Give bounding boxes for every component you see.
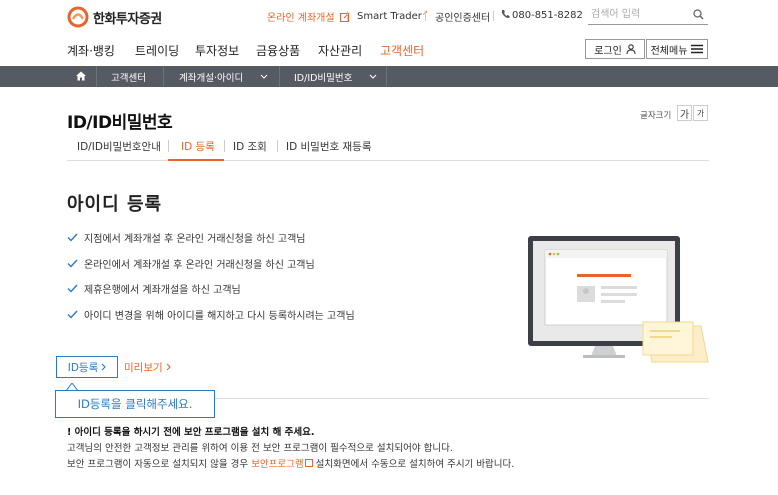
logo-text: 한화투자증권 bbox=[93, 11, 162, 27]
chevron-right-icon bbox=[166, 363, 171, 371]
tab-id-lookup[interactable]: ID 조회 bbox=[233, 139, 267, 154]
login-button[interactable]: 로그인 bbox=[585, 39, 645, 59]
check-icon bbox=[67, 233, 78, 242]
monitor-illustration bbox=[528, 236, 709, 363]
tooltip: ID등록을 클릭해주세요. bbox=[55, 390, 215, 418]
breadcrumb-account-id[interactable]: 계좌개설·아이디 bbox=[179, 70, 268, 84]
active-tab-indicator bbox=[168, 159, 224, 161]
tab-bar: ID/ID비밀번호안내 ID 등록 ID 조회 ID 비밀번호 재등록 bbox=[67, 136, 709, 161]
list-item: 아이디 변경을 위해 아이디를 해지하고 다시 등록하시려는 고객님 bbox=[67, 307, 355, 322]
preview-link[interactable]: 미리보기 bbox=[124, 360, 171, 375]
notice-text: 고객님의 안전한 고객정보 관리를 위하여 이용 전 보안 프로그램이 필수적으… bbox=[67, 443, 453, 454]
hamburger-icon bbox=[691, 44, 704, 54]
id-register-button[interactable]: ID등록 bbox=[56, 356, 118, 378]
font-size-label: 글자크기 bbox=[640, 111, 672, 121]
user-icon bbox=[626, 44, 636, 54]
list-item: 지점에서 계좌개설 후 온라인 거래신청을 하신 고객님 bbox=[67, 230, 305, 245]
divider bbox=[96, 66, 97, 87]
chevron-down-icon bbox=[260, 74, 268, 79]
login-label: 로그인 bbox=[594, 45, 622, 57]
popup-icon bbox=[304, 459, 313, 467]
phone-number: 080-851-8282 bbox=[501, 9, 583, 21]
tab-id-register[interactable]: ID 등록 bbox=[181, 139, 215, 154]
divider bbox=[279, 66, 280, 87]
breadcrumb-customer-center[interactable]: 고객센터 bbox=[111, 70, 146, 84]
gnb-item-invest-info[interactable]: 투자정보 bbox=[195, 42, 239, 59]
check-icon bbox=[67, 284, 78, 293]
preview-label: 미리보기 bbox=[124, 362, 163, 374]
phone-label: 080-851-8282 bbox=[512, 10, 583, 21]
hanwha-logo-icon bbox=[67, 6, 89, 28]
chevron-down-icon bbox=[370, 74, 377, 79]
divider bbox=[425, 11, 426, 21]
top-utility-bar: 한화투자증권 온라인 계좌개설 Smart Trader↗ 공인인증센터 080… bbox=[0, 0, 778, 32]
phone-icon bbox=[502, 10, 510, 19]
tab-id-password-info[interactable]: ID/ID비밀번호안내 bbox=[77, 139, 161, 154]
gnb-item-trading[interactable]: 트레이딩 bbox=[135, 42, 179, 59]
font-size-decrease-button[interactable]: 가 bbox=[693, 105, 708, 121]
font-size-increase-button[interactable]: 가 bbox=[677, 105, 692, 121]
security-program-link[interactable]: 보안프로그램 bbox=[251, 459, 313, 470]
divider bbox=[386, 66, 387, 87]
divider bbox=[168, 140, 169, 152]
search-input[interactable] bbox=[588, 5, 684, 23]
breadcrumb-id-password[interactable]: ID/ID비밀번호 bbox=[294, 70, 377, 84]
cert-center-link[interactable]: 공인인증센터 bbox=[435, 9, 490, 24]
chevron-right-icon bbox=[101, 363, 107, 371]
list-item-text: 지점에서 계좌개설 후 온라인 거래신청을 하신 고객님 bbox=[84, 234, 306, 245]
all-menu-label: 전체메뉴 bbox=[650, 45, 688, 57]
divider bbox=[163, 66, 164, 87]
id-register-label: ID등록 bbox=[67, 361, 99, 374]
open-account-link[interactable]: 온라인 계좌개설 bbox=[267, 9, 350, 24]
home-icon[interactable] bbox=[76, 71, 86, 81]
gnb-item-products[interactable]: 금융상품 bbox=[256, 42, 300, 59]
breadcrumb-account-id-label: 계좌개설·아이디 bbox=[179, 73, 244, 84]
logo[interactable]: 한화투자증권 bbox=[67, 6, 162, 28]
gnb-item-customer-center[interactable]: 고객센터 bbox=[380, 42, 424, 59]
list-item-text: 아이디 변경을 위해 아이디를 해지하고 다시 등록하시려는 고객님 bbox=[84, 311, 355, 322]
notice-title: ! 아이디 등록을 하시기 전에 보안 프로그램을 설치 해 주세요. bbox=[67, 427, 315, 438]
divider bbox=[493, 11, 494, 21]
edit-icon bbox=[339, 12, 350, 22]
gnb-item-asset-mgmt[interactable]: 자산관리 bbox=[318, 42, 362, 59]
section-title: 아이디 등록 bbox=[67, 194, 163, 215]
gnb-item-banking[interactable]: 계좌·뱅킹 bbox=[67, 42, 115, 59]
security-program-label: 보안프로그램 bbox=[251, 459, 304, 470]
search-box bbox=[588, 5, 708, 25]
open-account-label: 온라인 계좌개설 bbox=[267, 13, 335, 24]
divider bbox=[277, 140, 278, 152]
tab-id-password-reset[interactable]: ID 비밀번호 재등록 bbox=[286, 139, 371, 154]
list-item-text: 제휴은행에서 계좌개설을 하신 고객님 bbox=[84, 285, 241, 296]
list-item: 온라인에서 계좌개설 후 온라인 거래신청을 하신 고객님 bbox=[67, 256, 315, 271]
check-icon bbox=[67, 310, 78, 319]
smart-trader-link[interactable]: Smart Trader↗ bbox=[357, 9, 428, 22]
breadcrumb: 고객센터 계좌개설·아이디 ID/ID비밀번호 bbox=[0, 66, 778, 87]
list-item: 제휴은행에서 계좌개설을 하신 고객님 bbox=[67, 281, 241, 296]
list-item-text: 온라인에서 계좌개설 후 온라인 거래신청을 하신 고객님 bbox=[84, 260, 315, 271]
notice-text-part: 설치화면에서 수동으로 설치하여 주시기 바랍니다. bbox=[312, 459, 515, 470]
search-icon[interactable] bbox=[693, 9, 704, 20]
divider bbox=[224, 140, 225, 152]
page-title: ID/ID비밀번호 bbox=[67, 113, 173, 133]
notice-text: 보안 프로그램이 자동으로 설치되지 않을 경우 보안프로그램 설치화면에서 수… bbox=[67, 456, 514, 470]
smart-trader-label: Smart Trader bbox=[357, 11, 422, 22]
check-icon bbox=[67, 259, 78, 268]
breadcrumb-id-password-label: ID/ID비밀번호 bbox=[294, 73, 353, 84]
all-menu-button[interactable]: 전체메뉴 bbox=[646, 39, 708, 59]
divider bbox=[347, 11, 348, 21]
notice-text-part: 보안 프로그램이 자동으로 설치되지 않을 경우 bbox=[67, 459, 252, 470]
